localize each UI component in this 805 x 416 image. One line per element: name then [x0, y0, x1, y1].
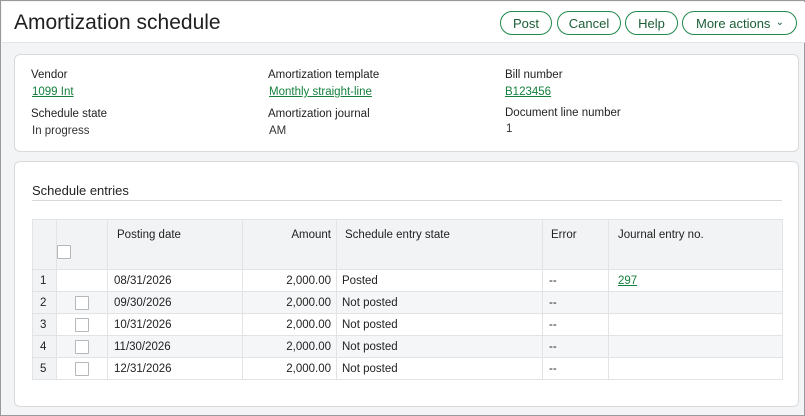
- amount-cell: 2,000.00: [242, 335, 337, 358]
- error-cell: --: [542, 357, 609, 380]
- table-row: 2 09/30/2026 2,000.00 Not posted --: [32, 291, 783, 314]
- entries-table: Posting date Amount Schedule entry state…: [32, 219, 783, 380]
- journal-label: Amortization journal: [268, 108, 370, 120]
- help-button[interactable]: Help: [625, 11, 678, 35]
- journal-entry-cell: [608, 313, 783, 336]
- details-card: Vendor 1099 Int Amortization template Mo…: [14, 54, 799, 152]
- select-all-header: [56, 219, 108, 270]
- chevron-down-icon: ⌄: [775, 17, 784, 28]
- bill-number-label: Bill number: [505, 69, 563, 81]
- error-cell: --: [542, 313, 609, 336]
- row-select-cell: [56, 335, 108, 358]
- document-line-label: Document line number: [505, 107, 621, 119]
- posting-date-cell: 12/31/2026: [107, 357, 243, 380]
- section-title: Schedule entries: [32, 183, 129, 198]
- table-row: 5 12/31/2026 2,000.00 Not posted --: [32, 357, 783, 380]
- schedule-state-value: In progress: [32, 125, 90, 137]
- row-checkbox[interactable]: [75, 295, 89, 310]
- posting-date-cell: 10/31/2026: [107, 313, 243, 336]
- table-header-row: Posting date Amount Schedule entry state…: [32, 219, 783, 270]
- journal-value: AM: [269, 125, 287, 137]
- error-cell: --: [542, 335, 609, 358]
- app-window: Amortization schedule Post Cancel Help M…: [0, 0, 805, 416]
- row-number-header: [32, 219, 57, 270]
- row-select-cell: [56, 357, 108, 380]
- table-row: 4 11/30/2026 2,000.00 Not posted --: [32, 335, 783, 358]
- error-cell: --: [542, 269, 609, 292]
- row-number: 4: [32, 335, 57, 358]
- row-select-cell: [56, 313, 108, 336]
- row-checkbox[interactable]: [75, 339, 89, 354]
- entry-state-cell: Not posted: [336, 291, 543, 314]
- bill-number-link[interactable]: B123456: [505, 86, 551, 98]
- journal-entry-cell: [608, 291, 783, 314]
- amount-header[interactable]: Amount: [242, 219, 337, 270]
- row-checkbox[interactable]: [75, 361, 89, 376]
- amount-cell: 2,000.00: [242, 313, 337, 336]
- error-header[interactable]: Error: [542, 219, 609, 270]
- section-divider: [32, 200, 782, 201]
- entry-state-cell: Posted: [336, 269, 543, 292]
- cancel-button[interactable]: Cancel: [557, 11, 621, 35]
- row-number: 1: [32, 269, 57, 292]
- page-header: Amortization schedule Post Cancel Help M…: [2, 2, 805, 43]
- vendor-link[interactable]: 1099 Int: [32, 86, 74, 98]
- template-label: Amortization template: [268, 69, 380, 81]
- entry-state-cell: Not posted: [336, 313, 543, 336]
- row-checkbox[interactable]: [75, 317, 89, 332]
- amount-cell: 2,000.00: [242, 357, 337, 380]
- journal-entry-cell: 297: [608, 269, 783, 292]
- page-title: Amortization schedule: [14, 11, 221, 34]
- posting-date-cell: 09/30/2026: [107, 291, 243, 314]
- entry-state-header[interactable]: Schedule entry state: [336, 219, 543, 270]
- row-number: 3: [32, 313, 57, 336]
- amount-cell: 2,000.00: [242, 269, 337, 292]
- row-number: 2: [32, 291, 57, 314]
- select-all-checkbox[interactable]: [57, 245, 71, 259]
- row-number: 5: [32, 357, 57, 380]
- posting-date-cell: 08/31/2026: [107, 269, 243, 292]
- post-button[interactable]: Post: [500, 11, 552, 35]
- journal-entry-header[interactable]: Journal entry no.: [608, 219, 783, 270]
- journal-entry-link[interactable]: 297: [618, 275, 637, 287]
- table-row: 1 08/31/2026 2,000.00 Posted -- 297: [32, 269, 783, 292]
- more-actions-button[interactable]: More actions ⌄: [682, 11, 797, 35]
- row-select-cell: [56, 291, 108, 314]
- schedule-state-label: Schedule state: [31, 108, 108, 120]
- posting-date-header[interactable]: Posting date: [107, 219, 243, 270]
- row-select-cell: [56, 269, 108, 292]
- posting-date-cell: 11/30/2026: [107, 335, 243, 358]
- more-actions-label: More actions: [696, 15, 771, 31]
- error-cell: --: [542, 291, 609, 314]
- amount-cell: 2,000.00: [242, 291, 337, 314]
- schedule-entries-card: Schedule entries Posting date Amount Sch…: [14, 161, 799, 407]
- entry-state-cell: Not posted: [336, 335, 543, 358]
- document-line-value: 1: [506, 123, 513, 135]
- entry-state-cell: Not posted: [336, 357, 543, 380]
- table-row: 3 10/31/2026 2,000.00 Not posted --: [32, 313, 783, 336]
- template-link[interactable]: Monthly straight-line: [269, 86, 372, 98]
- journal-entry-cell: [608, 357, 783, 380]
- journal-entry-cell: [608, 335, 783, 358]
- vendor-label: Vendor: [31, 69, 68, 81]
